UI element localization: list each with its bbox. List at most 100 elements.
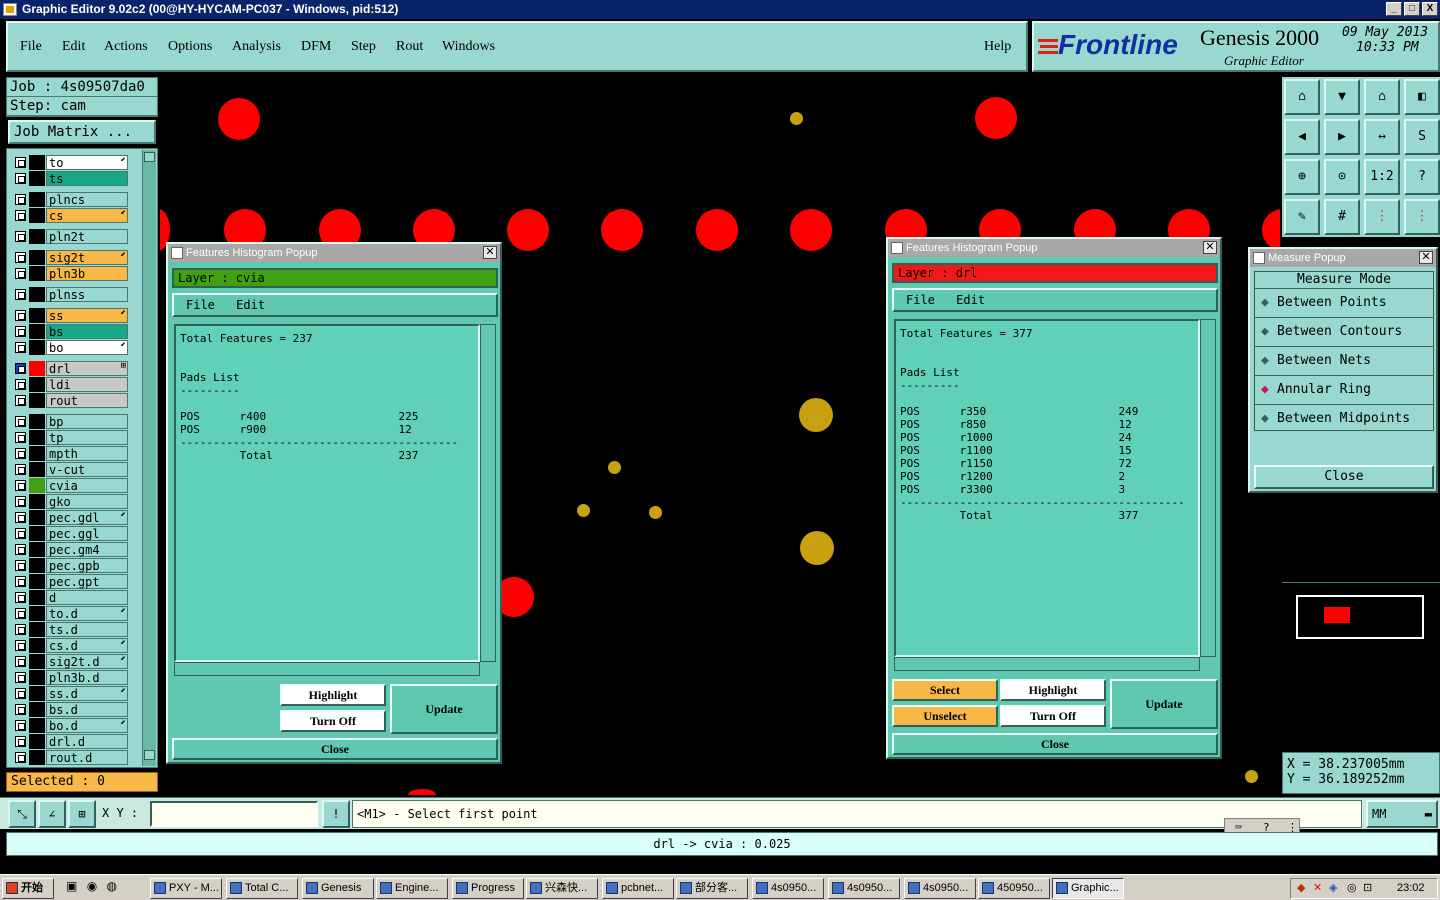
layer-checkbox[interactable] [15,252,26,263]
layer-row[interactable]: mpth [11,446,129,461]
layer-row[interactable]: pec.gpb [11,558,129,573]
tray-antivirus-icon[interactable]: ✕ [1313,879,1322,898]
zoom-out-icon[interactable]: ⊙ [1324,159,1360,195]
zoom-ratio-button[interactable]: 1:2 [1364,159,1400,195]
layer-row[interactable]: pec.gpt [11,574,129,589]
net-link-icon[interactable]: ⋮ [1404,199,1440,235]
layer-checkbox[interactable] [15,640,26,651]
layer-row[interactable]: to.d ⬋ [11,606,129,621]
layer-affected-toggle[interactable] [29,208,45,223]
layer-row[interactable]: bp [11,414,129,429]
histogram-vscrollbar[interactable] [1200,319,1216,657]
layer-affected-toggle[interactable] [29,558,45,573]
tray-app-icon[interactable]: ◆ [1297,879,1305,898]
taskbar-item[interactable]: pcbnet... [602,878,674,899]
layer-checkbox[interactable] [15,363,26,374]
layer-affected-toggle[interactable] [29,229,45,244]
measure-option[interactable]: ◆ Between Midpoints [1255,404,1433,433]
layer-list-scrollbar[interactable] [142,150,156,766]
cursor-mode-icon[interactable]: ⤡ [8,800,36,828]
layer-checkbox[interactable] [15,704,26,715]
layer-row[interactable]: pln3b [11,266,129,281]
layer-row[interactable]: plncs [11,192,129,207]
menu-step[interactable]: Step [351,39,376,55]
popup-menu-file[interactable]: File [906,293,935,307]
scroll-up-arrow-icon[interactable] [144,152,155,162]
layer-checkbox[interactable] [15,752,26,763]
layer-checkbox[interactable] [15,576,26,587]
measure-option[interactable]: ◆ Between Points [1255,288,1433,317]
layer-row[interactable]: cs.d ⬋ [11,638,129,653]
grid-icon[interactable]: # [1324,199,1360,235]
layer-row[interactable]: pec.gm4 [11,542,129,557]
measure-option[interactable]: ◆ Annular Ring [1255,375,1433,404]
menu-dfm[interactable]: DFM [301,39,331,55]
layer-row[interactable]: rout.d [11,750,129,765]
taskbar-item[interactable]: 兴森快... [526,878,598,899]
start-button[interactable]: 开始 [2,878,54,899]
layer-affected-toggle[interactable] [29,324,45,339]
layer-affected-toggle[interactable] [29,478,45,493]
units-select[interactable]: MM ▬ [1366,800,1438,828]
measure-close-button[interactable]: Close [1254,465,1434,489]
layer-checkbox[interactable] [15,656,26,667]
layer-affected-toggle[interactable] [29,654,45,669]
net-icon[interactable]: ⋮ [1364,199,1400,235]
layer-checkbox[interactable] [15,157,26,168]
update-button[interactable]: Update [1110,679,1218,729]
taskbar-item[interactable]: 部分客... [676,878,748,899]
taskbar-item[interactable]: Engine... [376,878,448,899]
close-icon[interactable]: ✕ [483,246,497,259]
job-matrix-button[interactable]: Job Matrix ... [8,120,156,144]
measure-option[interactable]: ◆ Between Contours [1255,317,1433,346]
layer-affected-toggle[interactable] [29,430,45,445]
close-window-button[interactable]: X [1422,2,1438,16]
layer-affected-toggle[interactable] [29,622,45,637]
layer-affected-toggle[interactable] [29,340,45,355]
update-button[interactable]: Update [390,684,498,734]
layer-row[interactable]: bo ⬋ [11,340,129,355]
layer-row[interactable]: sig2t.d ⬋ [11,654,129,669]
info-button[interactable]: ! [322,800,350,828]
layer-row[interactable]: ss.d ⬋ [11,686,129,701]
pan-down-icon[interactable]: ▼ [1324,79,1360,115]
angle-snap-icon[interactable]: ∠ [38,800,66,828]
layer-affected-toggle[interactable] [29,393,45,408]
layer-affected-toggle[interactable] [29,574,45,589]
layer-row[interactable]: v-cut [11,462,129,477]
layer-row[interactable]: ss ⬋ [11,308,129,323]
layer-row[interactable]: cs ⬋ [11,208,129,223]
browser-icon[interactable]: ◍ [107,879,117,893]
layer-row[interactable]: pln3b.d [11,670,129,685]
highlight-button[interactable]: Highlight [280,684,386,706]
layer-checkbox[interactable] [15,416,26,427]
close-icon[interactable]: ✕ [1203,241,1217,254]
unselect-button[interactable]: Unselect [892,705,998,727]
menu-help[interactable]: Help [984,39,1011,55]
popup-menu-file[interactable]: File [186,298,215,312]
highlight-button[interactable]: Highlight [1000,679,1106,701]
layer-row[interactable]: pec.ggl [11,526,129,541]
layer-checkbox[interactable] [15,464,26,475]
layer-affected-toggle[interactable] [29,361,45,376]
minimize-button[interactable]: _ [1386,2,1402,16]
pan-right-icon[interactable]: ▶ [1324,119,1360,155]
layer-affected-toggle[interactable] [29,718,45,733]
taskbar-item[interactable]: 4s0950... [904,878,976,899]
layer-row[interactable]: drl.d [11,734,129,749]
layer-affected-toggle[interactable] [29,266,45,281]
taskbar-item[interactable]: Graphic... [1052,878,1124,899]
tray-ime-icon[interactable]: ⊡ [1363,879,1372,898]
layer-checkbox[interactable] [15,592,26,603]
layer-checkbox[interactable] [15,448,26,459]
taskbar-item[interactable]: Genesis [302,878,374,899]
tray-volume-icon[interactable]: ◎ [1347,879,1357,898]
measure-tool-icon[interactable]: ✎ [1284,199,1320,235]
turn-off-button[interactable]: Turn Off [280,710,386,732]
taskbar-item[interactable]: Progress [452,878,524,899]
layer-affected-toggle[interactable] [29,542,45,557]
quick-launch[interactable]: ▣ ◉ ◍ [66,879,138,897]
zoom-in-icon[interactable]: ⊕ [1284,159,1320,195]
layer-checkbox[interactable] [15,289,26,300]
layer-checkbox[interactable] [15,736,26,747]
